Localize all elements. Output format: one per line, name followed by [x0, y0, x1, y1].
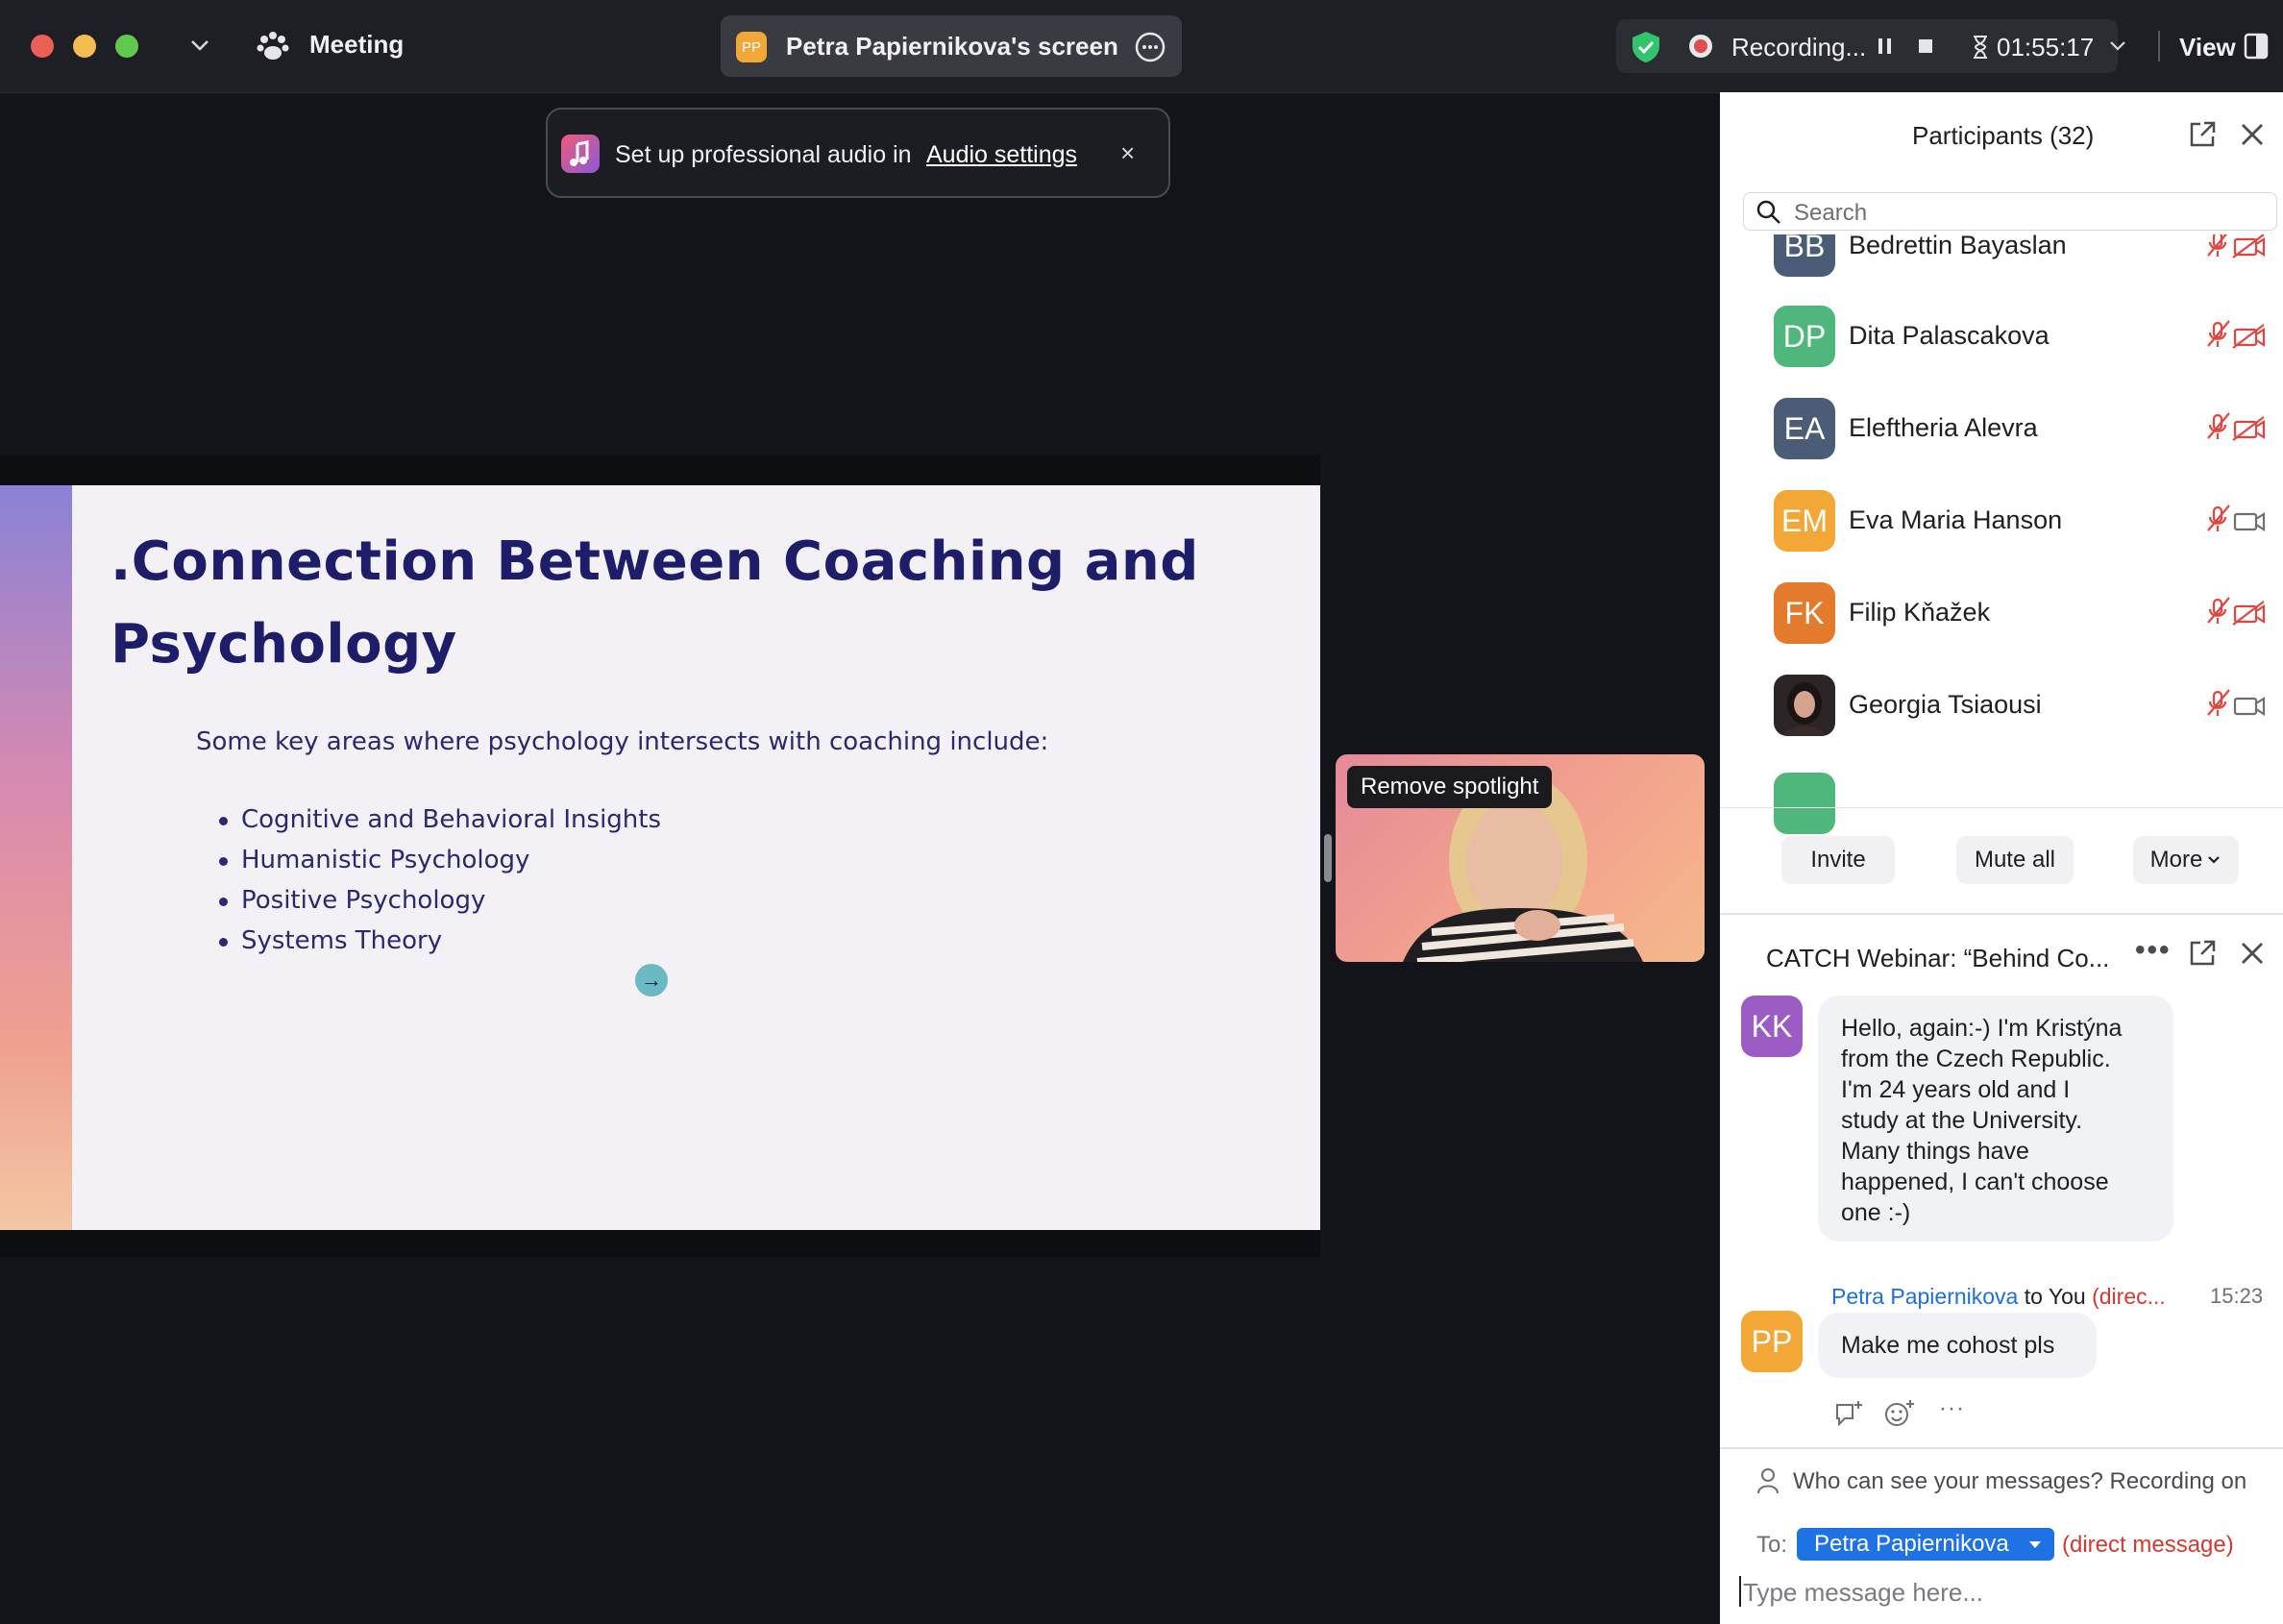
sender-name[interactable]: Petra Papiernikova — [1831, 1284, 2018, 1309]
slide-title-line-1: .Connection Between Coaching and — [110, 530, 1199, 593]
message-time: 15:23 — [2210, 1284, 2264, 1308]
divider — [1720, 1447, 2283, 1449]
privacy-note[interactable]: Who can see your messages? Recording on — [1793, 1468, 2246, 1495]
mute-all-button[interactable]: Mute all — [1956, 836, 2074, 884]
divider — [1720, 913, 2283, 915]
toast-text: Set up professional audio in — [615, 141, 912, 168]
more-button[interactable]: More — [2133, 836, 2239, 884]
music-note-icon — [561, 135, 600, 173]
pop-out-icon[interactable] — [2187, 938, 2218, 969]
audio-settings-toast: Set up professional audio in Audio setti… — [546, 108, 1170, 198]
toast-close-button[interactable]: × — [1120, 138, 1135, 168]
participant-search-field[interactable]: Search — [1743, 192, 2277, 231]
message-meta: Petra Papiernikova to You (direc... — [1831, 1284, 2166, 1310]
muted-mic-icon — [2207, 234, 2230, 716]
divider — [1720, 807, 2283, 808]
video-off-icon — [2232, 234, 2266, 626]
slide-bullet: Systems Theory — [241, 926, 443, 955]
search-placeholder: Search — [1794, 200, 1868, 226]
chat-line: from the Czech Republic. — [1841, 1046, 2111, 1072]
caret-down-icon — [2029, 1541, 2041, 1548]
chevron-down-icon[interactable] — [188, 37, 211, 56]
chat-line: one :-) — [1841, 1199, 1911, 1226]
arrow-cursor-icon: → — [635, 964, 668, 997]
timer-chevron-down-icon[interactable] — [2108, 38, 2127, 54]
recipient-dropdown[interactable]: Petra Papiernikova — [1797, 1528, 2054, 1561]
stop-icon[interactable] — [1916, 37, 1935, 56]
chat-line: Many things have — [1841, 1138, 2029, 1165]
record-icon — [1689, 35, 1712, 58]
chat-line: study at the University. — [1841, 1107, 2083, 1134]
slide-bullet: Cognitive and Behavioral Insights — [241, 805, 662, 834]
bullet-dot — [219, 857, 228, 866]
participants-title: Participants (32) — [1912, 121, 2095, 150]
view-icon[interactable] — [2243, 31, 2271, 62]
minimize-window-button[interactable] — [73, 35, 96, 58]
screen-share-pill[interactable]: PP Petra Papiernikova's screen — [721, 15, 1182, 77]
paw-icon — [257, 32, 289, 60]
recipient-text: to You — [2024, 1284, 2086, 1309]
text-cursor — [1739, 1576, 1741, 1607]
close-icon[interactable] — [2239, 121, 2266, 148]
message-input[interactable]: Type message here... — [1743, 1578, 1983, 1608]
recipient-label: Petra Papiernikova — [1814, 1531, 2009, 1557]
divider — [2158, 31, 2160, 62]
meeting-label[interactable]: Meeting — [309, 30, 404, 60]
more-icon[interactable] — [1134, 31, 1166, 63]
chat-line: happened, I can't choose — [1841, 1169, 2109, 1195]
emoji-reaction-icon[interactable] — [1883, 1397, 1918, 1428]
presentation-slide — [0, 485, 1320, 1230]
spotlight-video[interactable]: Remove spotlight — [1336, 754, 1705, 962]
person-privacy-icon — [1757, 1468, 1779, 1494]
slide-bullet: Humanistic Psychology — [241, 846, 530, 874]
chevron-down-icon — [2208, 856, 2221, 864]
maximize-window-button[interactable] — [115, 35, 138, 58]
sharer-avatar: PP — [736, 32, 767, 62]
slide-gradient-strip — [0, 485, 72, 1230]
audio-settings-link[interactable]: Audio settings — [926, 141, 1077, 169]
avatar: PP — [1741, 1311, 1803, 1372]
chat-title: CATCH Webinar: “Behind Co... — [1766, 944, 2110, 972]
participant-status-icons — [2207, 234, 2266, 716]
invite-button[interactable]: Invite — [1781, 836, 1895, 884]
side-panel: Participants (32) Search BB Bedrettin Ba… — [1720, 92, 2283, 1624]
recording-timer: 01:55:17 — [1997, 33, 2095, 62]
avatar: KK — [1741, 996, 1803, 1057]
chat-line: Hello, again:-) I'm Kristýna — [1841, 1015, 2123, 1042]
bullet-dot — [219, 898, 228, 906]
recording-pill: Recording... 01:55:17 — [1616, 19, 2125, 73]
pop-out-icon[interactable] — [2187, 119, 2218, 150]
title-bar: Meeting PP Petra Papiernikova's screen R… — [0, 0, 2283, 93]
view-button[interactable]: View — [2179, 33, 2236, 62]
direct-message-label: (direct message) — [2062, 1532, 2234, 1558]
participant-list: BB Bedrettin Bayaslan DP Dita Palascakov… — [1720, 234, 2283, 898]
hourglass-icon — [1974, 36, 1987, 59]
chat-more-icon[interactable]: ••• — [2135, 934, 2172, 967]
video-icon — [2233, 512, 2266, 716]
reply-icon[interactable] — [1833, 1397, 1868, 1428]
remove-spotlight-label[interactable]: Remove spotlight — [1347, 766, 1553, 808]
to-label: To: — [1756, 1532, 1788, 1558]
shield-icon[interactable] — [1630, 30, 1662, 64]
search-icon — [1756, 200, 1780, 224]
pause-icon[interactable] — [1876, 36, 1895, 57]
close-icon[interactable] — [2239, 940, 2266, 967]
chat-bubble: Hello, again:-) I'm Kristýna from the Cz… — [1818, 996, 2173, 1242]
close-window-button[interactable] — [31, 35, 54, 58]
chat-line: I'm 24 years old and I — [1841, 1076, 2071, 1103]
bullet-dot — [219, 938, 228, 947]
share-title: Petra Papiernikova's screen — [786, 32, 1118, 61]
chat-line: Make me cohost pls — [1841, 1332, 2055, 1359]
more-button-label: More — [2149, 847, 2203, 873]
direct-tag: (direc... — [2092, 1284, 2166, 1309]
slide-intro: Some key areas where psychology intersec… — [196, 727, 1049, 756]
chat-bubble: Make me cohost pls — [1818, 1313, 2097, 1378]
recording-label: Recording... — [1731, 33, 1867, 62]
bullet-dot — [219, 817, 228, 825]
resize-handle[interactable] — [1324, 834, 1332, 882]
message-more-icon[interactable]: ··· — [1939, 1395, 1965, 1422]
slide-bullet: Positive Psychology — [241, 886, 486, 915]
slide-title-line-2: Psychology — [110, 613, 457, 676]
